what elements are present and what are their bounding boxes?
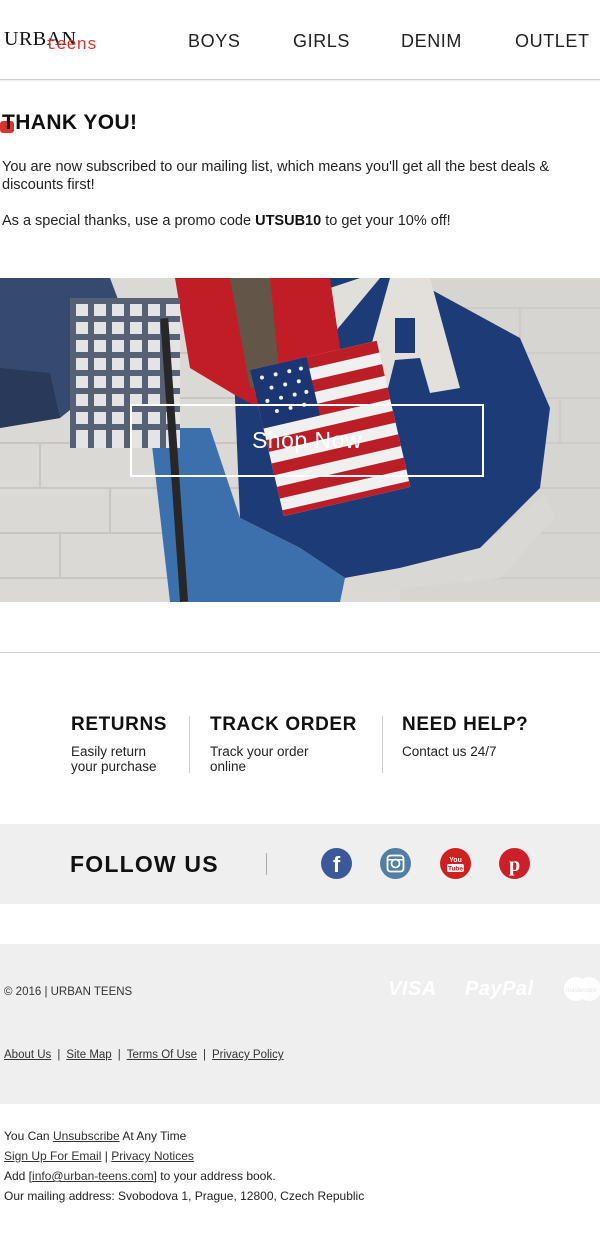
signup-separator: | (104, 1149, 108, 1163)
logo-teens-text: teens (46, 36, 98, 55)
mastercard-logo: mastercard (564, 977, 600, 1001)
svg-text:You: You (449, 857, 462, 864)
footer: © 2016 | URBAN TEENS VISA PayPal masterc… (0, 944, 600, 1104)
promo-code: UTSUB10 (255, 213, 322, 229)
svg-text:p: p (509, 854, 520, 876)
services-divider (189, 716, 190, 773)
site-map-link[interactable]: Site Map (66, 1049, 111, 1061)
paypal-logo: PayPal (465, 978, 534, 1000)
need-help-text: Contact us 24/7 (402, 744, 497, 759)
unsubscribe-prefix: You Can (4, 1129, 53, 1143)
about-us-link[interactable]: About Us (4, 1049, 51, 1061)
sign-up-email-link[interactable]: Sign Up For Email (4, 1149, 101, 1163)
footer-links: About Us | Site Map | Terms Of Use | Privacy P… (4, 1049, 284, 1061)
link-separator: | (203, 1049, 206, 1061)
section-divider (0, 652, 600, 653)
link-separator: | (117, 1049, 121, 1061)
svg-text:f: f (333, 852, 341, 877)
track-order-title[interactable]: TRACK ORDER (210, 714, 357, 736)
unsubscribe-line: You Can Unsubscribe At Any Time (4, 1126, 364, 1146)
urban-teens-logo[interactable]: URBAN teens (4, 28, 114, 58)
instagram-icon[interactable] (380, 848, 411, 879)
promo-message: As a special thanks, use a promo code UT… (2, 212, 600, 230)
follow-divider (266, 853, 267, 875)
youtube-icon[interactable]: You Tube (440, 848, 471, 879)
returns-title[interactable]: RETURNS (71, 714, 167, 736)
subscription-message: You are now subscribed to our mailing li… (2, 159, 550, 193)
follow-us-label: FOLLOW US (70, 851, 219, 877)
nav-boys[interactable]: BOYS (188, 31, 240, 52)
page-title: THANK YOU! (2, 111, 138, 134)
track-order-text: Track your order online (210, 744, 309, 774)
nav-girls[interactable]: GIRLS (293, 31, 350, 52)
privacy-notices-link[interactable]: Privacy Notices (111, 1149, 194, 1163)
email-link[interactable]: info@urban-teens.com (32, 1169, 154, 1183)
facebook-icon[interactable]: f (321, 848, 352, 879)
nav-denim[interactable]: DENIM (401, 31, 462, 52)
privacy-policy-link[interactable]: Privacy Policy (212, 1049, 284, 1061)
services-divider (382, 716, 383, 773)
follow-us-bar: FOLLOW US f You Tube p (0, 824, 600, 904)
address-book-suffix: ] to your address book. (153, 1169, 276, 1183)
address-book-prefix: Add [ (4, 1169, 33, 1183)
promo-prefix: As a special thanks, use a promo code (2, 213, 256, 229)
promo-suffix: to get your 10% off! (321, 213, 451, 229)
address-book-line: Add [info@urban-teens.com] to your addre… (4, 1166, 364, 1186)
svg-text:Tube: Tube (448, 866, 463, 873)
need-help-title[interactable]: NEED HELP? (402, 714, 528, 736)
signup-line: Sign Up For Email | Privacy Notices (4, 1146, 364, 1166)
returns-text: Easily return your purchase (71, 744, 157, 774)
terms-of-use-link[interactable]: Terms Of Use (127, 1049, 197, 1061)
unsubscribe-suffix: At Any Time (119, 1129, 187, 1143)
pinterest-icon[interactable]: p (499, 848, 530, 879)
nav-outlet[interactable]: OUTLET (515, 31, 590, 52)
email-legal-info: You Can Unsubscribe At Any Time Sign Up … (4, 1126, 364, 1206)
svg-text:mastercard: mastercard (566, 988, 597, 994)
copyright: © 2016 | URBAN TEENS (4, 986, 133, 998)
visa-logo: VISA (388, 978, 437, 1000)
link-separator: | (57, 1049, 61, 1061)
header: URBAN teens BOYS GIRLS DENIM OUTLET (0, 0, 600, 80)
shop-now-button[interactable]: Shop Now (130, 404, 484, 477)
mailing-address: Our mailing address: Svobodova 1, Prague… (4, 1189, 365, 1203)
unsubscribe-link[interactable]: Unsubscribe (53, 1129, 120, 1143)
